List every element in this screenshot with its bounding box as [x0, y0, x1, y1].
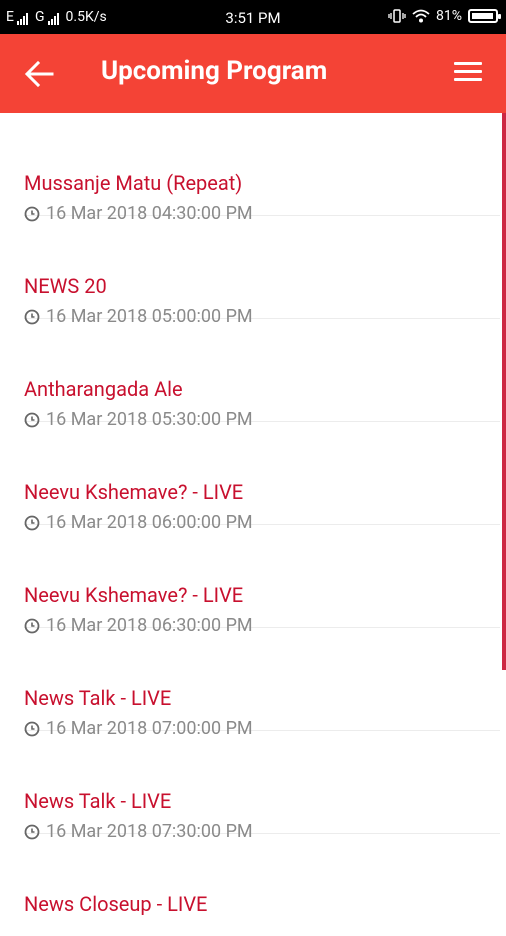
- list-item[interactable]: News Talk - LIVE 16 Mar 2018 07:00:00 PM: [24, 628, 500, 739]
- program-title: Neevu Kshemave? - LIVE: [24, 583, 244, 607]
- program-title: NEWS 20: [24, 274, 107, 298]
- battery-icon: [468, 9, 501, 23]
- list-item[interactable]: Mussanje Matu (Repeat) 16 Mar 2018 04:30…: [24, 113, 500, 224]
- list-item[interactable]: Antharangada Ale 16 Mar 2018 05:30:00 PM: [24, 319, 500, 430]
- page-title: Upcoming Program: [101, 56, 328, 86]
- scrollbar-thumb[interactable]: [502, 113, 506, 670]
- program-title: Mussanje Matu (Repeat): [24, 171, 243, 195]
- status-bar: E G 0.5K/s 3:51 PM 81%: [0, 0, 506, 34]
- hamburger-menu-icon[interactable]: [454, 62, 482, 86]
- wifi-icon: [412, 9, 430, 23]
- battery-percent: 81%: [436, 8, 462, 24]
- vibrate-icon: [388, 9, 406, 23]
- list-item[interactable]: News Talk - LIVE 16 Mar 2018 07:30:00 PM: [24, 731, 500, 842]
- app-bar: Upcoming Program: [0, 34, 506, 113]
- program-title: News Talk - LIVE: [24, 789, 172, 813]
- list-item[interactable]: Neevu Kshemave? - LIVE 16 Mar 2018 06:30…: [24, 525, 500, 636]
- program-title: News Closeup - LIVE: [24, 892, 208, 916]
- list-item[interactable]: News Closeup - LIVE: [24, 834, 500, 936]
- status-right: 81%: [388, 8, 501, 24]
- list-item[interactable]: NEWS 20 16 Mar 2018 05:00:00 PM: [24, 216, 500, 327]
- program-title: Antharangada Ale: [24, 377, 183, 401]
- list-item[interactable]: Neevu Kshemave? - LIVE 16 Mar 2018 06:00…: [24, 422, 500, 533]
- program-title: News Talk - LIVE: [24, 686, 172, 710]
- arrow-back-icon[interactable]: [22, 58, 56, 90]
- program-title: Neevu Kshemave? - LIVE: [24, 480, 244, 504]
- program-list: Mussanje Matu (Repeat) 16 Mar 2018 04:30…: [0, 113, 506, 916]
